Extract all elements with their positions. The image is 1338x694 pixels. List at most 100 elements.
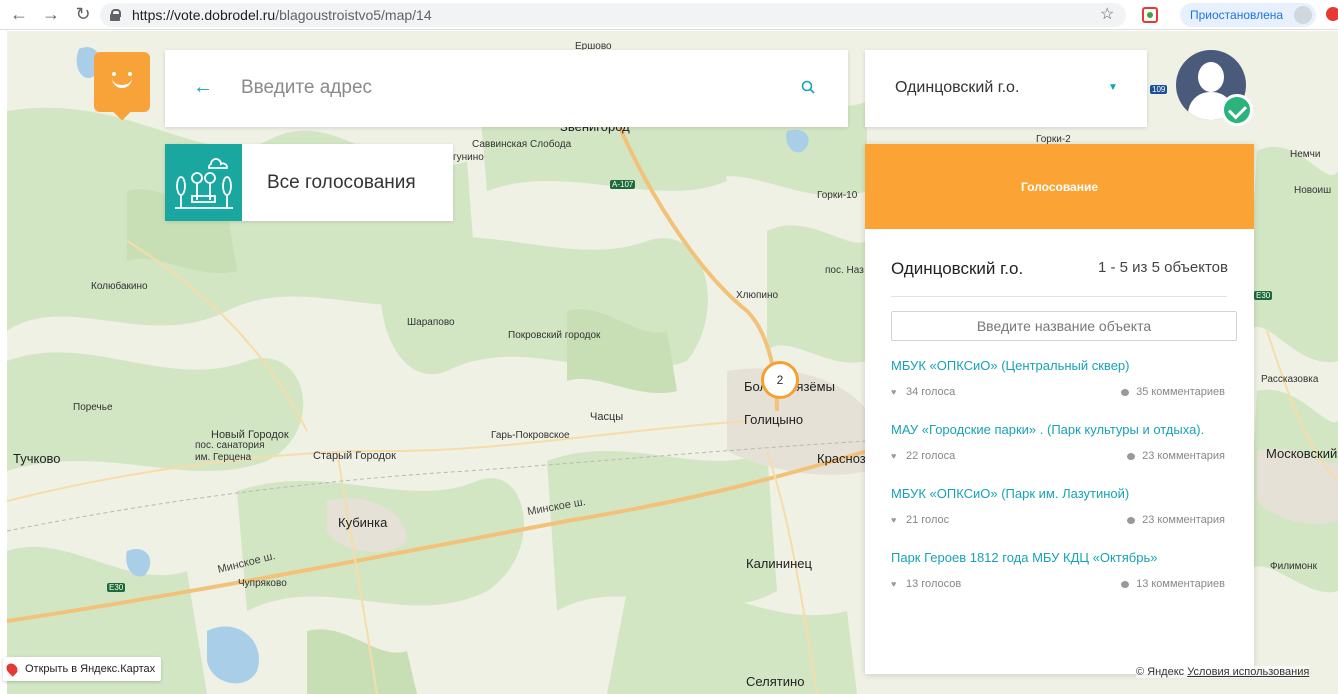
profile-status: Приостановлена xyxy=(1190,8,1284,22)
comment-icon xyxy=(1121,388,1130,396)
votes-count: 34 голоса xyxy=(906,386,956,398)
place-label-sanatoriya: пос. санатория им. Герцена xyxy=(195,440,265,463)
avatar-head xyxy=(1198,62,1224,92)
road-shield-e30-right: Е30 xyxy=(1254,291,1273,300)
verified-check-icon xyxy=(1221,94,1253,126)
panel-region: Одинцовский г.о. xyxy=(891,259,1024,278)
place-label-savvinskaya: Саввинская Слобода xyxy=(472,139,572,150)
place-label-rasskazovka: Рассказовка xyxy=(1261,374,1319,385)
park-icon xyxy=(165,144,242,221)
heart-icon: ♥ xyxy=(891,515,897,525)
logo-eye-right xyxy=(128,72,132,76)
place-label-pokrovsky: Покровский городок xyxy=(508,330,601,341)
item-votes: ♥ 34 голоса xyxy=(891,386,955,398)
place-label-gunino: гунино xyxy=(453,152,484,163)
place-label-sharapovo: Шарапово xyxy=(407,317,455,328)
search-icon[interactable] xyxy=(801,80,815,94)
panel-header: Голосование xyxy=(865,144,1254,229)
address-search-panel: ← xyxy=(165,50,848,127)
place-label-nemchi: Немчи xyxy=(1290,149,1321,160)
place-label-porechye: Поречье xyxy=(73,402,113,413)
place-label-golitsyno: Голицыно xyxy=(744,412,804,427)
all-votes-label: Все голосования xyxy=(267,172,416,193)
back-arrow-icon[interactable]: ← xyxy=(6,2,32,28)
list-item: МАУ «Городские парки» . (Парк культуры и… xyxy=(891,422,1231,464)
url-host: https://vote.dobrodel.ru xyxy=(132,7,276,23)
place-label-moskovsky: Московский xyxy=(1266,446,1338,461)
comment-icon xyxy=(1127,452,1136,460)
open-in-yandex-maps-link[interactable]: Открыть в Яндекс.Картах xyxy=(3,657,162,681)
place-label-selyatino: Селятино xyxy=(746,674,805,689)
votes-count: 21 голос xyxy=(906,514,950,526)
item-comments: 13 комментариев xyxy=(1121,578,1225,590)
item-title-link[interactable]: Парк Героев 1812 года МБУ КДЦ «Октябрь» xyxy=(891,550,1231,565)
dobrodel-logo[interactable] xyxy=(94,52,150,112)
region-select-value: Одинцовский г.о. xyxy=(895,79,1020,96)
heart-icon: ♥ xyxy=(891,451,897,461)
place-label-koliubakino: Колюбакино xyxy=(91,281,148,292)
place-label-gar-pokrovskoe: Гарь-Покровское xyxy=(491,430,570,441)
item-title-link[interactable]: МАУ «Городские парки» . (Парк культуры и… xyxy=(891,422,1231,437)
region-select[interactable]: Одинцовский г.о. ▼ xyxy=(865,50,1147,127)
place-label-filimonk: Филимонк xyxy=(1270,561,1317,572)
profile-chip[interactable]: Приостановлена xyxy=(1180,3,1316,27)
comments-count: 13 комментариев xyxy=(1136,578,1225,590)
address-search-input[interactable] xyxy=(241,72,781,104)
place-label-kalininets: Калининец xyxy=(746,556,812,571)
place-label-novosh: Новоиш xyxy=(1294,185,1332,196)
object-filter-input[interactable] xyxy=(891,311,1237,341)
map-pin-icon xyxy=(4,661,20,677)
url-path: /blagoustroistvo5/map/14 xyxy=(275,7,432,23)
logo-eye-left xyxy=(112,72,116,76)
place-label-khlyupino: Хлюпино xyxy=(736,290,779,301)
browser-toolbar: ← → ↻ https://vote.dobrodel.ru/blagoustr… xyxy=(0,0,1338,30)
chevron-down-icon: ▼ xyxy=(1108,82,1118,93)
lock-icon xyxy=(110,9,121,21)
item-title-link[interactable]: МБУК «ОПКСиО» (Парк им. Лазутиной) xyxy=(891,486,1231,501)
back-arrow-icon[interactable]: ← xyxy=(193,76,213,99)
road-shield-e30-left: Е30 xyxy=(107,583,126,592)
profile-avatar-icon xyxy=(1294,6,1312,24)
item-comments: 23 комментария xyxy=(1127,514,1225,526)
place-label-chasy: Часцы xyxy=(590,411,624,423)
all-votes-button[interactable]: Все голосования xyxy=(165,144,453,221)
comments-count: 23 комментария xyxy=(1142,450,1225,462)
item-comments: 23 комментария xyxy=(1127,450,1225,462)
divider xyxy=(891,296,1227,297)
address-bar[interactable]: https://vote.dobrodel.ru/blagoustroistvo… xyxy=(100,3,1126,27)
place-label-chupryakovo: Чупряково xyxy=(238,578,287,589)
item-votes: ♥ 13 голосов xyxy=(891,578,961,590)
extension-red-icon[interactable] xyxy=(1326,7,1338,21)
objects-count: 1 - 5 из 5 объектов xyxy=(1097,259,1228,276)
heart-icon: ♥ xyxy=(891,579,897,589)
map-copyright: © Яндекс Условия использования xyxy=(1136,666,1310,678)
open-yandex-label: Открыть в Яндекс.Картах xyxy=(25,663,156,675)
place-label-pos-naz: пос. Наз xyxy=(825,265,864,276)
place-label-kubinka: Кубинка xyxy=(338,515,388,530)
voting-panel: Голосование Одинцовский г.о. 1 - 5 из 5 … xyxy=(865,144,1254,674)
reload-icon[interactable]: ↻ xyxy=(70,2,96,28)
bookmark-star-icon[interactable]: ☆ xyxy=(1100,4,1114,24)
item-title-link[interactable]: МБУК «ОПКСиО» (Центральный сквер) xyxy=(891,358,1231,373)
votes-count: 13 голосов xyxy=(906,578,962,590)
heart-icon: ♥ xyxy=(891,387,897,397)
map-cluster-marker[interactable]: 2 xyxy=(761,361,799,399)
forward-arrow-icon[interactable]: → xyxy=(38,2,64,28)
extension-icon[interactable] xyxy=(1142,7,1158,23)
terms-link[interactable]: Условия использования xyxy=(1187,666,1309,678)
list-item: МБУК «ОПКСиО» (Парк им. Лазутиной) ♥ 21 г… xyxy=(891,486,1231,528)
comment-icon xyxy=(1127,516,1136,524)
comment-icon xyxy=(1121,580,1130,588)
road-shield-109: 109 xyxy=(1150,85,1168,94)
votes-count: 22 голоса xyxy=(906,450,956,462)
copyright-text: © Яндекс xyxy=(1136,666,1185,678)
comments-count: 35 комментариев xyxy=(1136,386,1225,398)
comments-count: 23 комментария xyxy=(1142,514,1225,526)
place-label-stary-gorodok: Старый Городок xyxy=(313,450,396,462)
item-comments: 35 комментариев xyxy=(1121,386,1225,398)
road-shield-a107: А-107 xyxy=(610,180,636,189)
list-item: Парк Героев 1812 года МБУ КДЦ «Октябрь» … xyxy=(891,550,1231,592)
place-label-gorki10: Горки-10 xyxy=(817,190,858,201)
item-votes: ♥ 22 голоса xyxy=(891,450,955,462)
place-label-tuchkovo: Тучково xyxy=(13,451,61,466)
